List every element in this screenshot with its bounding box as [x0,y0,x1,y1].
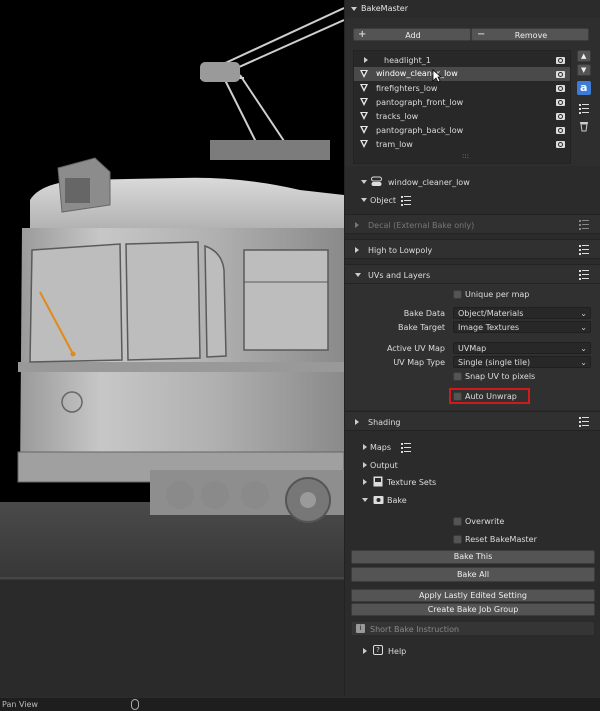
chevron-right-icon[interactable] [355,247,359,253]
bakemaster-panel: BakeMaster + Add − Remove headlight_1 wi… [344,0,600,697]
active-uv-map-select[interactable]: UVMap ⌄ [453,342,591,354]
decal-section-header[interactable]: Decal (External Bake only) [345,214,600,234]
camera-icon[interactable] [556,127,565,134]
list-item[interactable]: headlight_1 [354,53,570,67]
chevron-right-icon[interactable] [363,444,367,450]
chevron-right-icon[interactable] [355,419,359,425]
chevron-right-icon[interactable] [363,479,367,485]
remove-button[interactable]: − Remove [471,28,589,41]
bake-this-button[interactable]: Bake This [351,550,595,564]
chevron-down-icon: ⌄ [580,344,587,353]
list-menu-icon[interactable] [401,443,411,453]
resize-grip[interactable]: ::: [462,152,469,160]
texture-sets-row[interactable]: Texture Sets [345,474,600,490]
add-button[interactable]: + Add [353,28,471,41]
auto-unwrap-checkbox[interactable] [453,392,462,401]
panel-title: BakeMaster [361,4,408,13]
camera-icon[interactable] [556,113,565,120]
list-menu-icon[interactable] [579,270,589,280]
overwrite-checkbox[interactable] [453,517,462,526]
list-item[interactable]: firefighters_low [354,81,570,95]
mesh-triangle-icon [360,98,368,106]
object-toggle-icon [371,176,382,186]
create-bake-job-group-button[interactable]: Create Bake Job Group [351,603,595,616]
unique-per-map-checkbox[interactable] [453,290,462,299]
chevron-right-icon[interactable] [363,648,367,654]
chevron-down-icon[interactable] [361,180,367,184]
list-menu-icon[interactable] [579,245,589,255]
bake-target-select[interactable]: Image Textures ⌄ [453,321,591,333]
camera-icon[interactable] [556,57,565,64]
bake-data-select[interactable]: Object/Materials ⌄ [453,307,591,319]
tram-render [0,7,344,697]
high-to-lowpoly-section-header[interactable]: High to Lowpoly [345,239,600,259]
mesh-triangle-icon [360,70,368,78]
list-item[interactable]: window_cleaner_low [354,67,570,81]
list-menu-icon[interactable] [579,104,589,114]
camera-bake-icon [373,496,384,504]
active-object-name: window_cleaner_low [388,178,470,187]
bake-all-button[interactable]: Bake All [351,567,595,582]
chevron-right-icon[interactable] [355,222,359,228]
output-row[interactable]: Output [345,457,600,473]
status-bar: Pan View [0,697,600,711]
mesh-triangle-icon [360,84,368,92]
uv-map-type-select[interactable]: Single (single tile) ⌄ [453,356,591,368]
maps-row[interactable]: Maps [345,439,600,455]
camera-icon[interactable] [556,85,565,92]
camera-icon[interactable] [556,71,565,78]
objects-section: + Add − Remove headlight_1 window_cleane… [345,18,600,166]
list-item[interactable]: pantograph_back_low [354,123,570,137]
camera-icon[interactable] [556,99,565,106]
list-menu-icon[interactable] [579,220,589,230]
list-item[interactable]: pantograph_front_low [354,95,570,109]
active-object-row[interactable]: window_cleaner_low [345,172,600,192]
panel-header[interactable]: BakeMaster [345,0,600,18]
mouse-cursor-icon [432,69,442,83]
chevron-down-icon: ⌄ [580,358,587,367]
chevron-down-icon[interactable] [355,273,361,277]
move-up-button[interactable]: ▲ [577,50,591,62]
uvs-section-header[interactable]: UVs and Layers [345,264,600,284]
mouse-icon [131,699,139,710]
reset-bakemaster-checkbox[interactable] [453,535,462,544]
chevron-right-icon[interactable] [363,462,367,468]
chevron-down-icon[interactable] [361,198,367,202]
camera-icon[interactable] [556,141,565,148]
list-menu-icon[interactable] [401,196,411,206]
object-list[interactable]: headlight_1 window_cleaner_low firefight… [353,50,571,164]
viewport-mode-label: Pan View [2,700,38,709]
mesh-triangle-icon [360,126,368,134]
instruction-field[interactable]: i Short Bake Instruction [351,621,595,636]
help-icon: ? [373,645,383,655]
object-subsection[interactable]: Object [345,192,600,208]
info-icon: i [356,624,365,633]
chevron-down-icon[interactable] [351,7,357,11]
arrow-up-icon: ▲ [581,52,587,60]
list-menu-icon[interactable] [579,417,589,427]
uvs-section-body: Unique per map Bake Data Object/Material… [345,284,600,410]
apply-last-setting-button[interactable]: Apply Lastly Edited Setting [351,589,595,602]
auto-sort-button[interactable]: a [577,81,591,95]
shading-section-header[interactable]: Shading [345,411,600,431]
chevron-down-icon: ⌄ [580,323,587,332]
move-down-button[interactable]: ▼ [577,64,591,76]
mesh-triangle-icon [360,140,368,148]
chevron-down-icon: ⌄ [580,309,587,318]
snap-uv-checkbox[interactable] [453,372,462,381]
mesh-triangle-icon [360,112,368,120]
arrow-down-icon: ▼ [581,66,587,74]
chevron-right-icon[interactable] [364,57,368,63]
help-row[interactable]: ? Help [345,643,600,659]
chevron-down-icon[interactable] [362,498,368,502]
list-item[interactable]: tram_low [354,137,570,151]
bake-row[interactable]: Bake [345,492,600,508]
list-item[interactable]: tracks_low [354,109,570,123]
trash-icon[interactable] [579,121,589,132]
texture-icon [373,476,383,487]
